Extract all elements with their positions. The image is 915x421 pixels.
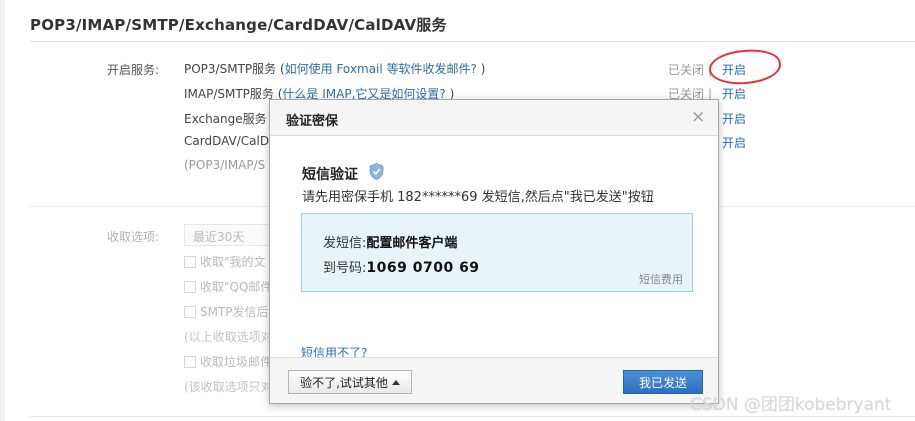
enable-exchange-link[interactable]: 开启 <box>722 110 746 127</box>
receive-note-2: (该收取选项只对 <box>184 380 273 394</box>
section-title: POP3/IMAP/SMTP/Exchange/CardDAV/CalDAV服务 <box>30 16 447 34</box>
option-label: 收取"我的文 <box>200 255 266 269</box>
try-other-button[interactable]: 验不了,试试其他 <box>288 370 412 394</box>
receive-label: 收取选项: <box>107 230 160 244</box>
shield-icon <box>369 163 384 180</box>
state-text: 已关闭 <box>668 63 705 77</box>
verify-dialog: 验证密保 × 短信验证 请先用密保手机 182******69 发短信,然后点"… <box>269 99 719 404</box>
checkbox[interactable] <box>184 280 196 293</box>
help-link[interactable]: 如何使用 Foxmail 等软件收发邮件? <box>285 62 477 76</box>
watermark: CSDN @团团kobebryant <box>690 395 892 415</box>
receive-option-1[interactable]: 收取"我的文 <box>184 253 266 270</box>
checkbox[interactable] <box>184 355 196 368</box>
sms-fee-link[interactable]: 短信费用 <box>639 271 683 287</box>
dialog-title: 验证密保 <box>286 114 339 129</box>
to-label: 到号码: <box>323 261 367 276</box>
checkbox[interactable] <box>184 305 196 318</box>
left-edge <box>0 0 5 421</box>
receive-option-3[interactable]: SMTP发信后 <box>184 303 269 320</box>
receive-option-2[interactable]: 收取"QQ邮件 <box>184 278 272 295</box>
service-row-exchange: Exchange服务 <box>184 112 267 126</box>
sms-verify-title: 短信验证 <box>302 167 358 183</box>
enable-imap-link[interactable]: 开启 <box>722 85 746 102</box>
send-content: 配置邮件客户端 <box>366 236 458 251</box>
section-divider-bottom <box>30 416 915 417</box>
send-content-row: 发短信:配置邮件客户端 <box>323 232 457 251</box>
section-divider <box>30 41 915 42</box>
checkbox[interactable] <box>184 255 196 268</box>
dialog-footer: 验不了,试试其他 我已发送 <box>270 357 718 403</box>
try-other-label: 验不了,试试其他 <box>300 375 388 390</box>
option-label: 收取垃圾邮件 <box>200 355 273 369</box>
receive-option-4[interactable]: 收取垃圾邮件 <box>184 353 272 370</box>
triangle-up-icon <box>391 379 400 385</box>
send-label: 发短信: <box>323 236 367 251</box>
dialog-header: 验证密保 × <box>270 100 718 136</box>
sms-instruction: 请先用密保手机 182******69 发短信,然后点"我已发送"按钮 <box>302 190 654 205</box>
option-label: SMTP发信后 <box>200 305 269 319</box>
services-note: (POP3/IMAP/S <box>184 158 266 172</box>
sms-info-box: 发短信:配置邮件客户端 到号码:1069 0700 69 短信费用 <box>301 213 693 292</box>
receive-note-1: (以上收取选项对 <box>184 330 273 344</box>
service-name: POP3/SMTP服务 ( <box>184 62 285 76</box>
close-icon[interactable]: × <box>691 107 705 127</box>
service-paren: ) <box>476 62 486 76</box>
service-row-carddav: CardDAV/CalD <box>184 134 270 148</box>
enable-carddav-link[interactable]: 开启 <box>722 134 746 151</box>
service-name: IMAP/SMTP服务 ( <box>184 87 283 101</box>
services-label: 开启服务: <box>107 63 160 77</box>
service-row-pop3: POP3/SMTP服务 (如何使用 Foxmail 等软件收发邮件? ) <box>184 60 485 77</box>
receive-range-select[interactable]: 最近30天 <box>184 224 274 246</box>
option-label: 收取"QQ邮件 <box>200 280 273 294</box>
target-number: 1069 0700 69 <box>366 260 480 276</box>
target-number-row: 到号码:1069 0700 69 <box>323 257 480 276</box>
